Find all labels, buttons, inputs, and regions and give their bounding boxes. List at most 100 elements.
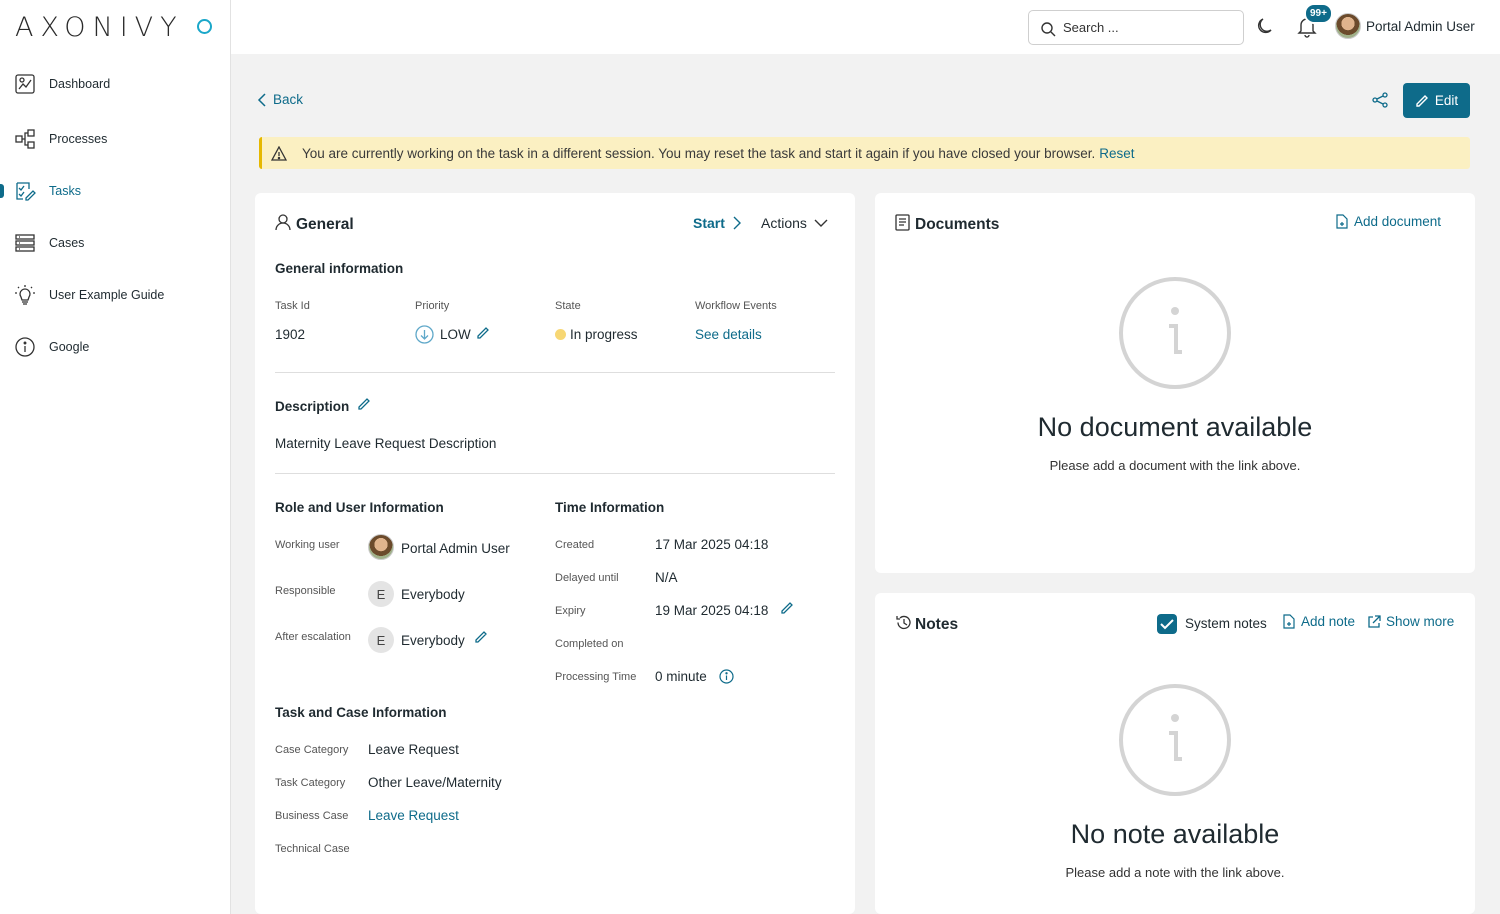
time-heading: Time Information (555, 500, 665, 515)
general-info-heading: General information (275, 261, 404, 276)
delayed-value: N/A (655, 570, 678, 585)
show-more-button[interactable]: Show more (1367, 614, 1454, 629)
dashboard-icon (14, 73, 36, 95)
info-icon (14, 336, 36, 358)
working-user-label: Working user (275, 539, 340, 551)
business-case-link[interactable]: Leave Request (368, 808, 459, 823)
priority-low-icon (415, 325, 434, 344)
add-document-label: Add document (1354, 214, 1442, 229)
case-category-value: Leave Request (368, 742, 459, 757)
info-icon[interactable] (719, 669, 734, 684)
logo-ring-icon (197, 19, 212, 34)
checkmark-icon (1160, 618, 1174, 629)
documents-card: Documents Add document No document avail… (875, 193, 1475, 573)
edit-label: Edit (1434, 93, 1459, 108)
processes-icon (14, 128, 36, 150)
general-title: General (296, 216, 354, 233)
sidebar-item-dashboard[interactable]: Dashboard (0, 64, 230, 104)
warning-message: You are currently working on the task in… (302, 145, 1096, 161)
chevron-down-icon (814, 219, 828, 227)
tasks-icon (14, 180, 36, 202)
delayed-label: Delayed until (555, 572, 619, 584)
sidebar-item-label: User Example Guide (49, 288, 165, 302)
processing-label: Processing Time (555, 671, 637, 683)
empty-notes-title: No note available (1070, 819, 1280, 849)
sidebar-item-cases[interactable]: Cases (0, 223, 230, 263)
task-case-heading: Task and Case Information (275, 705, 447, 720)
edit-priority-icon[interactable] (476, 326, 490, 340)
after-escalation-label: After escalation (275, 631, 351, 643)
empty-notes-subtitle: Please add a note with the link above. (1065, 865, 1285, 880)
state-value: In progress (570, 327, 638, 342)
system-notes-checkbox[interactable] (1157, 614, 1177, 634)
lightbulb-icon (14, 284, 36, 306)
system-notes-label: System notes (1185, 616, 1267, 631)
task-category-value: Other Leave/Maternity (368, 775, 502, 790)
expiry-label: Expiry (555, 605, 586, 617)
completed-label: Completed on (555, 638, 624, 650)
add-note-button[interactable]: Add note (1282, 614, 1355, 629)
task-id-value: 1902 (275, 327, 306, 342)
sidebar-item-label: Processes (49, 132, 108, 146)
add-note-label: Add note (1301, 614, 1356, 629)
priority-label: Priority (415, 300, 450, 312)
chevron-left-icon (257, 92, 266, 107)
processing-value: 0 minute (655, 669, 707, 684)
document-icon (895, 214, 910, 231)
empty-documents-title: No document available (1037, 412, 1313, 442)
edit-expiry-icon[interactable] (780, 601, 794, 615)
responsible-avatar: E (368, 581, 394, 607)
sidebar-item-tasks[interactable]: Tasks (0, 171, 230, 211)
sidebar-item-user-example-guide[interactable]: User Example Guide (0, 275, 230, 315)
show-more-label: Show more (1386, 614, 1455, 629)
sidebar-item-label: Dashboard (49, 77, 111, 91)
edit-description-icon[interactable] (357, 397, 371, 411)
escalation-avatar: E (368, 627, 394, 653)
start-label: Start (693, 215, 725, 231)
user-icon (275, 214, 291, 231)
user-name[interactable]: Portal Admin User (1366, 19, 1475, 34)
actions-dropdown[interactable]: Actions (761, 215, 828, 231)
task-id-label: Task Id (275, 300, 310, 312)
back-button[interactable]: Back (257, 92, 303, 107)
description-value: Maternity Leave Request Description (275, 436, 497, 451)
role-heading: Role and User Information (275, 500, 444, 515)
warning-banner: You are currently working on the task in… (259, 137, 1470, 169)
see-details-link[interactable]: See details (695, 327, 762, 342)
sidebar-item-label: Cases (49, 236, 85, 250)
reset-link[interactable]: Reset (1099, 146, 1134, 161)
info-icon (1119, 684, 1231, 796)
actions-label: Actions (761, 215, 807, 231)
notes-title: Notes (915, 616, 959, 633)
state-label: State (555, 300, 581, 312)
topbar: Search ... 99+ Portal Admin User (231, 0, 1500, 54)
workflow-events-label: Workflow Events (695, 300, 777, 312)
share-icon[interactable] (1372, 92, 1388, 108)
sidebar-item-processes[interactable]: Processes (0, 119, 230, 159)
state-dot-icon (555, 329, 566, 340)
priority-value: LOW (440, 327, 471, 342)
info-icon (1119, 277, 1231, 389)
edit-escalation-icon[interactable] (474, 630, 488, 644)
avatar[interactable] (1335, 13, 1361, 39)
working-user-avatar (368, 534, 394, 560)
case-category-label: Case Category (275, 744, 349, 756)
add-document-button[interactable]: Add document (1335, 214, 1441, 229)
responsible-value: Everybody (401, 587, 465, 602)
external-link-icon (1368, 614, 1381, 628)
back-label: Back (273, 92, 304, 107)
moon-icon[interactable] (1254, 16, 1276, 38)
history-icon (896, 615, 911, 630)
notes-card: Notes System notes Add note Show more No… (875, 593, 1475, 914)
search-icon (1041, 22, 1056, 37)
start-button[interactable]: Start (693, 215, 741, 231)
edit-button[interactable]: Edit (1403, 83, 1470, 118)
sidebar-item-google[interactable]: Google (0, 327, 230, 367)
sidebar-item-label: Tasks (49, 184, 81, 198)
divider (275, 473, 835, 474)
cases-icon (14, 232, 36, 254)
add-file-icon (1336, 214, 1348, 229)
warning-icon (271, 146, 287, 161)
axonivy-logo[interactable]: AXONIVY (15, 12, 184, 43)
search-input[interactable]: Search ... (1028, 10, 1244, 45)
